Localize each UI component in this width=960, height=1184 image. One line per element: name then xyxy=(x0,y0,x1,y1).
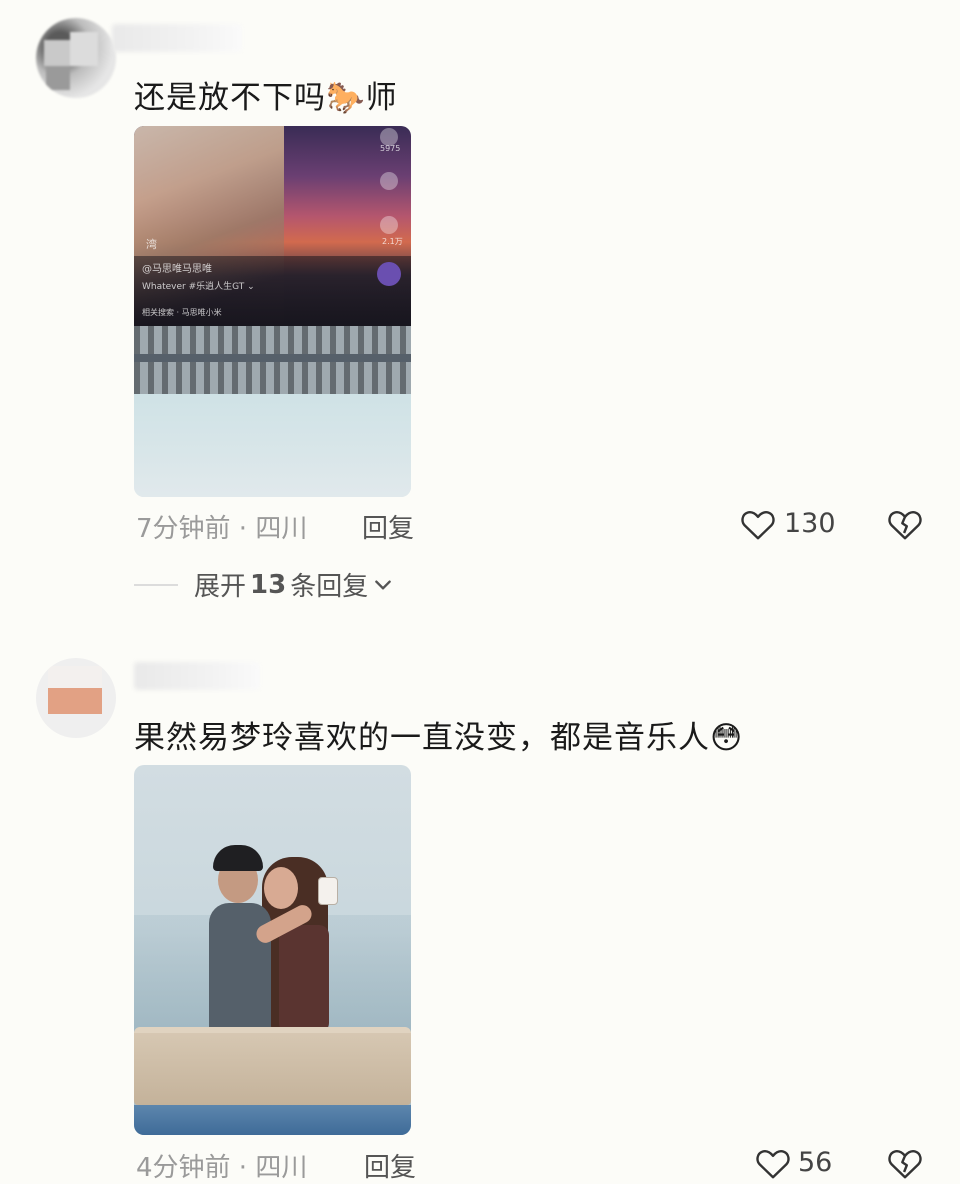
heart-outline-icon[interactable] xyxy=(740,507,776,541)
broken-heart-icon[interactable] xyxy=(887,1146,923,1180)
comment-text: 果然易梦玲喜欢的一直没变，都是音乐人😳 xyxy=(134,720,744,756)
comment-image[interactable]: 5975 2.1万 湾 @马思唯马思唯 Whatever #乐逍人生GT ⌄ 相… xyxy=(134,126,411,497)
commenter-name-blurred[interactable] xyxy=(112,24,242,52)
like-count: 56 xyxy=(798,1147,833,1178)
commenter-avatar[interactable] xyxy=(36,18,116,98)
overlay-author: @马思唯马思唯 xyxy=(142,264,212,275)
expand-suffix: 条回复 xyxy=(290,572,369,602)
overlay-share-count: 2.1万 xyxy=(382,237,403,246)
reply-button[interactable]: 回复 xyxy=(362,508,414,545)
music-disc-icon xyxy=(377,262,401,286)
star-overlay-icon xyxy=(380,172,398,190)
overlay-caption: Whatever #乐逍人生GT ⌄ xyxy=(142,282,255,292)
reply-button[interactable]: 回复 xyxy=(364,1147,416,1184)
comment-image[interactable] xyxy=(134,765,411,1135)
commenter-name-blurred[interactable] xyxy=(134,662,260,690)
comment-text: 还是放不下吗🐎师 xyxy=(134,80,398,116)
expand-label: 展开 xyxy=(194,572,247,602)
comment-time-location: 7分钟前 · 四川 xyxy=(136,514,308,544)
expand-count: 13 xyxy=(250,569,287,600)
chevron-down-icon xyxy=(375,579,392,590)
share-overlay-icon xyxy=(380,216,398,234)
heart-outline-icon[interactable] xyxy=(755,1146,791,1180)
overlay-tag: 湾 xyxy=(146,238,157,251)
commenter-avatar[interactable] xyxy=(36,658,116,738)
comment-time-location: 4分钟前 · 四川 xyxy=(136,1153,308,1183)
overlay-count: 5975 xyxy=(380,144,401,153)
expand-divider xyxy=(134,584,178,586)
expand-replies-button[interactable]: 展开 13 条回复 xyxy=(194,566,394,603)
like-count: 130 xyxy=(784,508,836,539)
overlay-related-search: 相关搜索 · 马思唯小米 xyxy=(142,308,222,317)
broken-heart-icon[interactable] xyxy=(887,507,923,541)
